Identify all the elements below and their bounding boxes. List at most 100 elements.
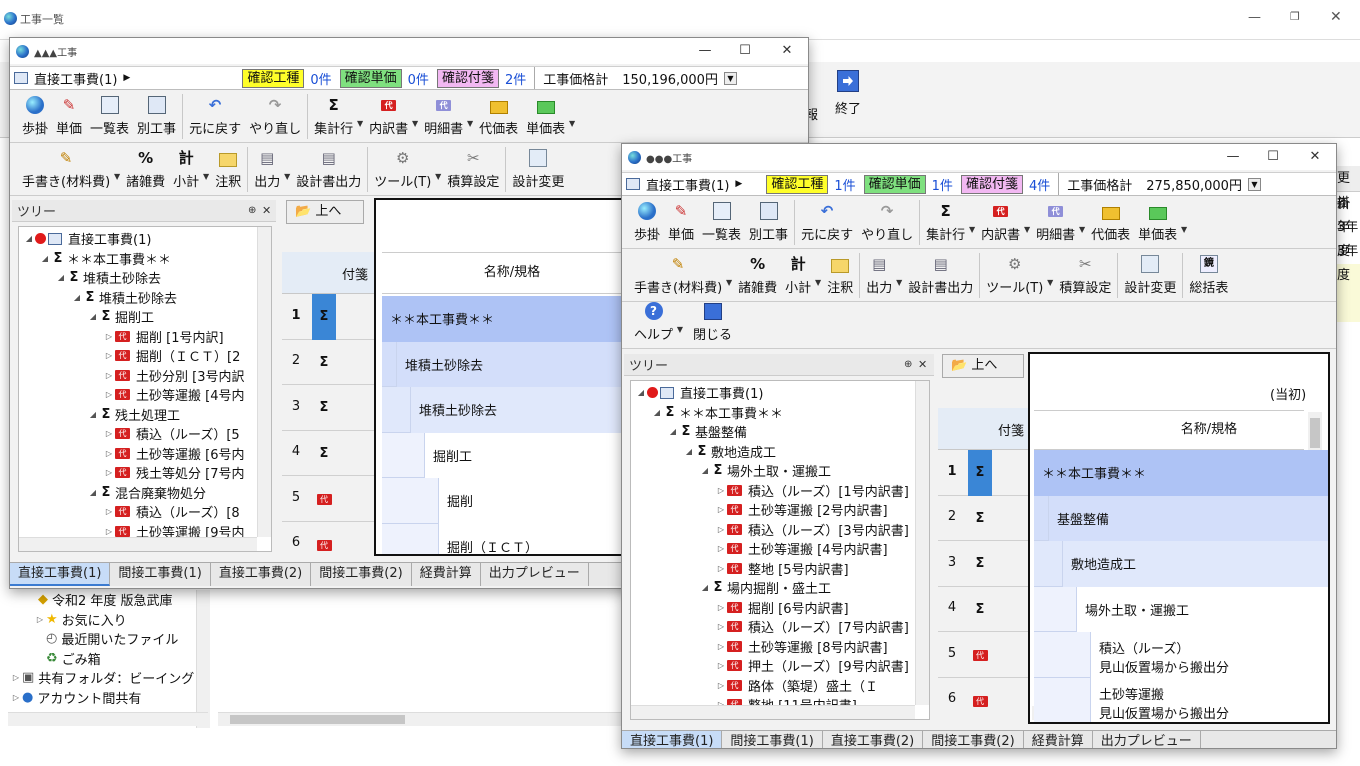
cost-table-button[interactable]: 代価表 — [1087, 197, 1134, 248]
collapse-icon[interactable]: ◢ — [699, 583, 711, 592]
bg-tree-item-account[interactable]: ▷ ● アカウント間共有 — [8, 688, 209, 708]
close-icon[interactable]: ✕ — [1330, 9, 1342, 25]
handwrite-button[interactable]: ✎ 手書き(材料費) ▼ — [630, 250, 732, 301]
count-confirm-price[interactable]: 0件 — [408, 69, 429, 88]
up-button[interactable]: 📂 上へ — [286, 200, 364, 224]
redo-button[interactable]: ↷ やり直し — [857, 197, 917, 248]
tab-2[interactable]: 直接工事費(2) — [211, 563, 312, 586]
tree-item[interactable]: ◢ Σ 堆積土砂除去 — [19, 288, 271, 308]
minimize-icon[interactable]: — — [1248, 10, 1261, 25]
tree-vscroll[interactable] — [257, 227, 271, 537]
maximize-icon[interactable]: ☐ — [726, 38, 764, 64]
count-confirm-note[interactable]: 4件 — [1029, 175, 1050, 194]
count-confirm-note[interactable]: 2件 — [505, 69, 526, 88]
badge-confirm-kind[interactable]: 確認工種 — [242, 68, 305, 88]
breakdown-button[interactable]: 代内訳書 ▼ — [977, 197, 1030, 248]
help-button[interactable]: ? ヘルプ ▼ — [630, 302, 683, 348]
annotation-button[interactable]: 注釈 — [211, 144, 245, 195]
tree-item[interactable]: ◢ 直接工事費(1) — [631, 383, 929, 403]
win1-doc-name[interactable]: 直接工事費(1) — [34, 69, 117, 88]
collapse-icon[interactable]: ◢ — [87, 312, 99, 321]
badge-confirm-kind[interactable]: 確認工種 — [766, 174, 829, 194]
name-row[interactable]: 掘削 — [382, 478, 628, 524]
row-type-cell[interactable]: Σ — [968, 450, 992, 496]
maximize-icon[interactable]: ☐ — [1254, 144, 1292, 170]
bg-tree-item-trash[interactable]: ♻ ごみ箱 — [8, 649, 209, 669]
tree-item[interactable]: ◢ Σ 場内掘削・盛土工 — [631, 578, 929, 598]
handwrite-button[interactable]: ✎ 手書き(材料費) ▼ — [18, 144, 120, 195]
tab-1[interactable]: 間接工事費(1) — [722, 731, 823, 748]
grid-row[interactable]: 1Σ — [282, 294, 374, 340]
detail-button[interactable]: 代明細書 ▼ — [1032, 197, 1085, 248]
expand-icon[interactable]: ▷ — [715, 603, 727, 612]
misc-cost-button[interactable]: % 諸雑費 — [122, 144, 169, 195]
tree-item[interactable]: ▷ 代掘削 [1号内訳] — [19, 327, 271, 347]
main-hscroll-2[interactable] — [218, 712, 623, 726]
tree-item[interactable]: ◢ Σ 混合廃棄物処分 — [19, 483, 271, 503]
breakdown-button[interactable]: 代内訳書 ▼ — [365, 91, 418, 142]
tree-item[interactable]: ◢ Σ 堆積土砂除去 — [19, 268, 271, 288]
grid-row[interactable]: 3Σ — [282, 385, 374, 431]
tree-item[interactable]: ▷ 代土砂等運搬 [6号内 — [19, 444, 271, 464]
row-type-cell[interactable]: 代 — [968, 678, 992, 721]
close-icon[interactable]: ✕ — [768, 38, 806, 64]
ayumi-button[interactable]: 歩掛 — [18, 91, 52, 142]
unit-table-button[interactable]: 単価表 ▼ — [1134, 197, 1187, 248]
collapse-icon[interactable]: ◢ — [71, 293, 83, 302]
tree-item[interactable]: ◢ 直接工事費(1) — [19, 229, 271, 249]
expand-icon[interactable]: ▷ — [103, 429, 115, 438]
sum-row-button[interactable]: Σ 集計行 ▼ — [310, 91, 363, 142]
badge-confirm-note[interactable]: 確認付箋 — [436, 68, 499, 88]
output-button[interactable]: ▤ 出力 ▼ — [250, 144, 290, 195]
unit-price-button[interactable]: ✎ 単価 — [664, 197, 698, 248]
chevron-right-icon[interactable]: ▶ — [123, 73, 130, 83]
tree-item[interactable]: ▷ 代土砂等運搬 [4号内 — [19, 385, 271, 405]
name-row[interactable]: 積込（ルーズ） 見山仮置場から搬出分 — [1034, 632, 1328, 678]
end-button[interactable]: 終了 — [826, 68, 870, 126]
tools-button[interactable]: ⚙ ツール(T) ▼ — [982, 250, 1053, 301]
name-row[interactable]: ＊＊本工事費＊＊ — [1034, 450, 1328, 496]
tree-item[interactable]: ▷ 代土砂分別 [3号内訳 — [19, 366, 271, 386]
tab-2[interactable]: 直接工事費(2) — [823, 731, 924, 748]
row-type-cell[interactable]: Σ — [968, 496, 992, 542]
count-confirm-kind[interactable]: 1件 — [834, 175, 855, 194]
close-window-button[interactable]: 閉じる — [689, 303, 736, 348]
price-dropdown-icon[interactable]: ▼ — [723, 71, 737, 85]
list-button[interactable]: 一覧表 — [86, 91, 133, 142]
close-panel-icon[interactable]: ✕ — [918, 358, 927, 371]
design-change-button[interactable]: 設計変更 — [508, 144, 568, 195]
win2-doc-name[interactable]: 直接工事費(1) — [646, 175, 729, 194]
misc-cost-button[interactable]: % 諸雑費 — [734, 250, 781, 301]
tree-item[interactable]: ◢ Σ 場外土取・運搬工 — [631, 461, 929, 481]
grid-row[interactable]: 1Σ — [938, 450, 1028, 496]
collapse-icon[interactable]: ◢ — [683, 447, 695, 456]
list-button[interactable]: 一覧表 — [698, 197, 745, 248]
subtotal-button[interactable]: 計小計 ▼ — [169, 144, 209, 195]
name-row[interactable]: 場外土取・運搬工 — [1034, 586, 1328, 632]
tree-item[interactable]: ▷ 代積込（ルーズ）[3号内訳書] — [631, 520, 929, 540]
row-type-cell[interactable]: 代 — [968, 632, 992, 678]
expand-icon[interactable]: ▷ — [715, 525, 727, 534]
grid-row[interactable]: 2Σ — [938, 496, 1028, 542]
tree-item[interactable]: ▷ 代土砂等運搬 [2号内訳書] — [631, 500, 929, 520]
collapse-icon[interactable]: ◢ — [667, 427, 679, 436]
expand-icon[interactable]: ▷ — [103, 332, 115, 341]
tree-item[interactable]: ▷ 代積込（ルーズ）[5 — [19, 424, 271, 444]
collapse-icon[interactable]: ◢ — [699, 466, 711, 475]
expand-icon[interactable]: ▷ — [103, 527, 115, 536]
restore-icon[interactable]: ❐ — [1290, 10, 1300, 23]
unit-price-button[interactable]: ✎ 単価 — [52, 91, 86, 142]
tab-3[interactable]: 間接工事費(2) — [311, 563, 412, 586]
expand-icon[interactable]: ▷ — [715, 505, 727, 514]
name-row[interactable]: 土砂等運搬 見山仮置場から搬出分 — [1034, 677, 1328, 722]
tab-5[interactable]: 出力プレビュー — [1093, 731, 1201, 748]
tree-item[interactable]: ▷ 代路体（築堤）盛土（Ｉ — [631, 676, 929, 696]
tab-3[interactable]: 間接工事費(2) — [923, 731, 1024, 748]
grid-row[interactable]: 3Σ — [938, 541, 1028, 587]
row-type-cell[interactable]: 代 — [312, 476, 336, 522]
bg-tree-item-shared[interactable]: ▷ ▣ 共有フォルダ：ビーイング 3 — [8, 668, 209, 688]
tab-5[interactable]: 出力プレビュー — [481, 563, 589, 586]
expand-icon[interactable]: ▷ — [103, 371, 115, 380]
close-icon[interactable]: ✕ — [1296, 144, 1334, 170]
tree-item[interactable]: ▷ 代押土（ルーズ）[9号内訳書] — [631, 656, 929, 676]
